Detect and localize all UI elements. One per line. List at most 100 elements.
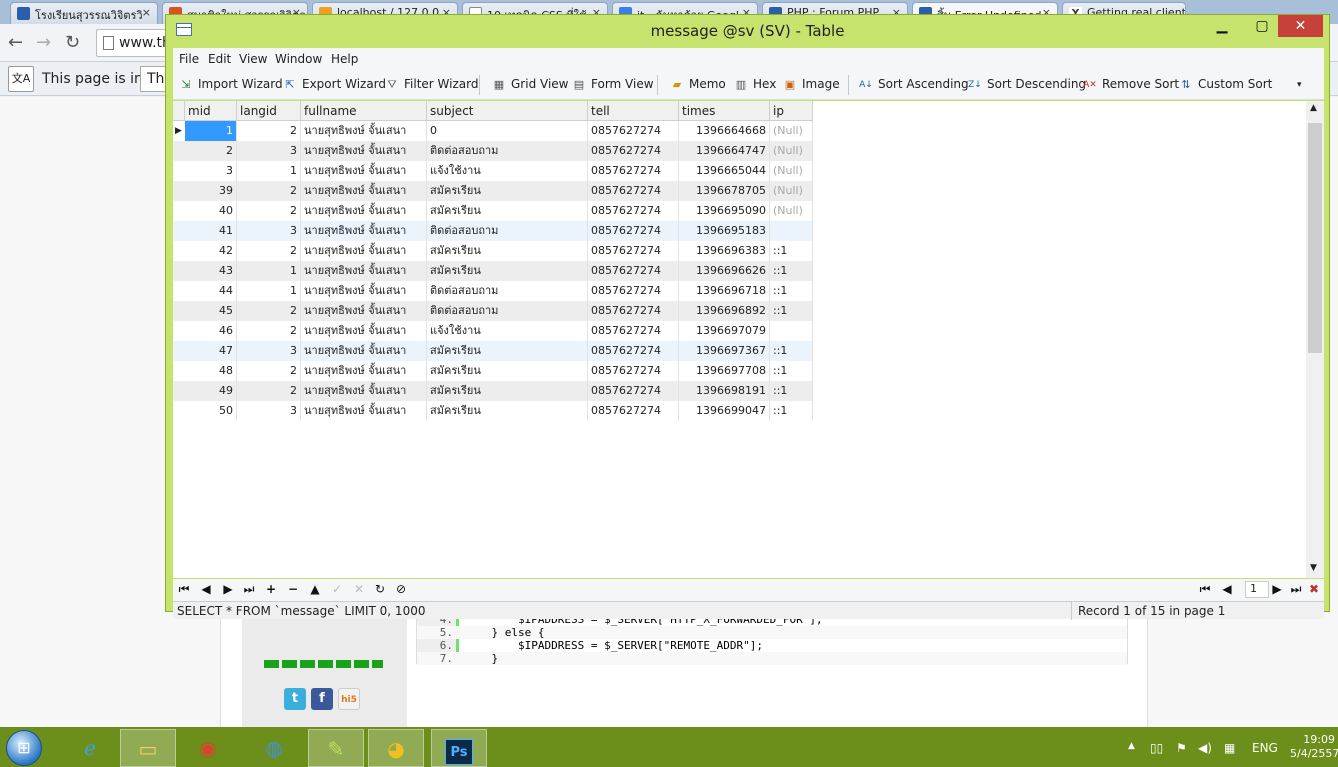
last-page-icon[interactable]: ⏭ (1288, 582, 1304, 597)
cell-fullname[interactable]: นายสุทธิพงษ์ จั้นเสนา (301, 341, 427, 361)
cell-subject[interactable]: ติดต่อสอบถาม (427, 281, 588, 301)
sort-descending-button[interactable]: Z↓ Sort Descending (967, 77, 1086, 95)
custom-sort-button[interactable]: ⇅ Custom Sort (1178, 77, 1272, 95)
cell-ip[interactable]: (Null) (770, 121, 813, 141)
cell-times[interactable]: 1396699047 (679, 401, 770, 421)
chrome-icon[interactable]: ◉ (180, 729, 236, 767)
cell-langid[interactable]: 2 (237, 381, 301, 401)
cell-mid[interactable]: 3 (185, 161, 237, 181)
close-icon[interactable]: ✕ (1278, 15, 1323, 37)
navicat-icon[interactable]: ◕ (368, 729, 424, 767)
cell-subject[interactable]: 0 (427, 121, 588, 141)
forward-arrow-icon[interactable]: → (36, 32, 51, 53)
cell-ip[interactable]: ::1 (770, 381, 813, 401)
column-header-mid[interactable]: mid (185, 101, 237, 121)
menu-help[interactable]: Help (331, 52, 358, 66)
next-record-icon[interactable]: ▶ (220, 582, 236, 596)
address-bar[interactable]: www.th (96, 29, 176, 57)
cell-langid[interactable]: 2 (237, 301, 301, 321)
limit-settings-icon[interactable]: ✖ (1306, 582, 1322, 596)
cell-subject[interactable]: สมัครเรียน (427, 201, 588, 221)
cell-fullname[interactable]: นายสุทธิพงษ์ จั้นเสนา (301, 121, 427, 141)
cell-times[interactable]: 1396664747 (679, 141, 770, 161)
cell-mid[interactable]: 45 (185, 301, 237, 321)
scroll-down-icon[interactable]: ▼ (1310, 563, 1317, 573)
cell-subject[interactable]: สมัครเรียน (427, 341, 588, 361)
cell-mid[interactable]: 2 (185, 141, 237, 161)
row-indicator[interactable] (173, 161, 185, 181)
cell-langid[interactable]: 2 (237, 361, 301, 381)
language-indicator[interactable]: ENG (1252, 741, 1278, 755)
menu-file[interactable]: File (179, 52, 199, 66)
cell-fullname[interactable]: นายสุทธิพงษ์ จั้นเสนา (301, 161, 427, 181)
cell-tell[interactable]: 0857627274 (588, 241, 679, 261)
cell-times[interactable]: 1396664668 (679, 121, 770, 141)
cell-langid[interactable]: 2 (237, 241, 301, 261)
cell-ip[interactable]: ::1 (770, 341, 813, 361)
cell-ip[interactable] (770, 221, 813, 241)
maximize-icon[interactable]: ▢ (1246, 15, 1278, 37)
cell-ip[interactable]: (Null) (770, 141, 813, 161)
cell-fullname[interactable]: นายสุทธิพงษ์ จั้นเสนา (301, 221, 427, 241)
last-record-icon[interactable]: ⏭ (241, 582, 257, 597)
cell-times[interactable]: 1396697708 (679, 361, 770, 381)
cell-langid[interactable]: 2 (237, 321, 301, 341)
cell-langid[interactable]: 3 (237, 221, 301, 241)
cell-ip[interactable]: ::1 (770, 261, 813, 281)
cell-mid[interactable]: 42 (185, 241, 237, 261)
sort-ascending-button[interactable]: A↓ Sort Ascending (858, 77, 969, 95)
add-record-icon[interactable]: + (263, 582, 279, 596)
action-center-flag-icon[interactable]: ⚑ (1176, 741, 1187, 755)
filter-wizard-button[interactable]: ⛛ Filter Wizard (384, 77, 478, 95)
row-indicator[interactable] (173, 361, 185, 381)
cell-tell[interactable]: 0857627274 (588, 161, 679, 181)
image-button[interactable]: ▣ Image (782, 77, 840, 95)
cell-langid[interactable]: 2 (237, 181, 301, 201)
cell-langid[interactable]: 2 (237, 201, 301, 221)
cell-times[interactable]: 1396665044 (679, 161, 770, 181)
cell-tell[interactable]: 0857627274 (588, 281, 679, 301)
cell-mid[interactable]: 1 (185, 121, 237, 141)
vertical-scrollbar[interactable]: ▲ ▼ (1306, 101, 1324, 578)
memo-button[interactable]: ▰ Memo (669, 77, 726, 95)
cell-langid[interactable]: 1 (237, 261, 301, 281)
row-indicator[interactable] (173, 181, 185, 201)
form-view-button[interactable]: ▤ Form View (571, 77, 654, 95)
internet-explorer-icon[interactable]: ℯ (62, 729, 118, 767)
reload-icon[interactable]: ↻ (65, 32, 80, 53)
keyboard-icon[interactable]: ▦ (1224, 741, 1235, 755)
cell-subject[interactable]: แจ้งใช้งาน (427, 161, 588, 181)
row-indicator[interactable] (173, 301, 185, 321)
cell-ip[interactable]: (Null) (770, 201, 813, 221)
window-title-bar[interactable]: message @sv (SV) - Table ▁ ▢ ✕ (166, 15, 1329, 47)
cell-subject[interactable]: ติดต่อสอบถาม (427, 221, 588, 241)
cell-fullname[interactable]: นายสุทธิพงษ์ จั้นเสนา (301, 201, 427, 221)
column-header-fullname[interactable]: fullname (301, 101, 427, 121)
photoshop-icon[interactable]: Ps (431, 729, 487, 767)
cell-mid[interactable]: 44 (185, 281, 237, 301)
cell-fullname[interactable]: นายสุทธิพงษ์ จั้นเสนา (301, 301, 427, 321)
facebook-icon[interactable]: f (311, 688, 333, 710)
cell-tell[interactable]: 0857627274 (588, 401, 679, 421)
prior-record-icon[interactable]: ◀ (198, 582, 214, 596)
cell-mid[interactable]: 43 (185, 261, 237, 281)
row-indicator[interactable] (173, 381, 185, 401)
row-indicator[interactable] (173, 261, 185, 281)
cell-subject[interactable]: ติดต่อสอบถาม (427, 141, 588, 161)
cell-mid[interactable]: 49 (185, 381, 237, 401)
table-row[interactable]: 41 3 นายสุทธิพงษ์ จั้นเสนา ติดต่อสอบถาม 0857… (173, 221, 813, 241)
export-wizard-button[interactable]: ⇱ Export Wizard (282, 77, 386, 95)
cell-ip[interactable]: (Null) (770, 181, 813, 201)
cell-ip[interactable]: ::1 (770, 361, 813, 381)
network-icon[interactable]: ▯▯ (1150, 741, 1163, 755)
cell-mid[interactable]: 48 (185, 361, 237, 381)
row-indicator[interactable] (173, 281, 185, 301)
cell-tell[interactable]: 0857627274 (588, 321, 679, 341)
cell-subject[interactable]: สมัครเรียน (427, 181, 588, 201)
column-header-subject[interactable]: subject (427, 101, 588, 121)
cell-subject[interactable]: สมัครเรียน (427, 381, 588, 401)
table-row[interactable]: 2 3 นายสุทธิพงษ์ จั้นเสนา ติดต่อสอบถาม 08576… (173, 141, 813, 161)
table-row[interactable]: 43 1 นายสุทธิพงษ์ จั้นเสนา สมัครเรียน 085762… (173, 261, 813, 281)
column-header-ip[interactable]: ip (770, 101, 813, 121)
cell-fullname[interactable]: นายสุทธิพงษ์ จั้นเสนา (301, 141, 427, 161)
